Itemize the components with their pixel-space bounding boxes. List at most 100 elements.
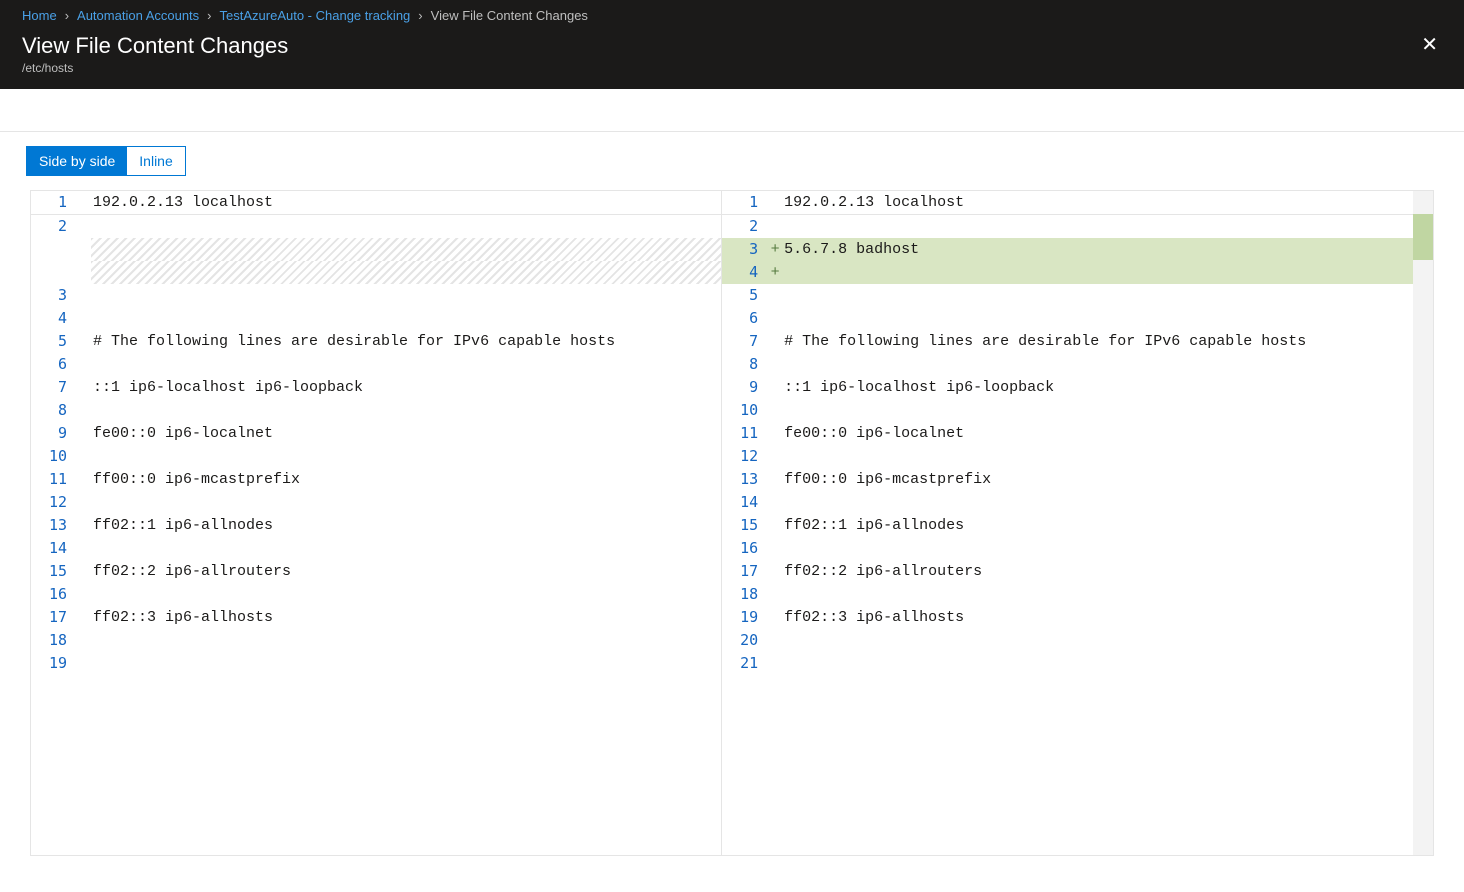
code-text [782,491,1413,514]
diff-line: 13ff00::0 ip6-mcastprefix [722,468,1413,491]
diff-marker [768,629,782,652]
diff-marker [77,376,91,399]
diff-panel-right[interactable]: 1192.0.2.13 localhost23+5.6.7.8 badhost4… [722,191,1413,855]
code-text: ff00::0 ip6-mcastprefix [91,468,721,491]
diff-line: 4+ [722,261,1413,284]
diff-marker [77,445,91,468]
code-text [91,445,721,468]
close-button[interactable]: ✕ [1417,33,1442,57]
code-text [91,399,721,422]
diff-line: 11 fe00::0 ip6-localnet [722,422,1413,445]
line-number: 5 [722,284,768,307]
diff-line: 15 ff02::1 ip6-allnodes [722,514,1413,537]
code-text: ff02::1 ip6-allnodes [782,514,1413,537]
code-text [91,261,721,284]
line-number: 18 [31,629,77,652]
diff-marker [768,215,782,238]
diff-line: 19 [31,652,721,675]
line-number: 7 [31,376,77,399]
diff-line: 13 ff02::1 ip6-allnodes [31,514,721,537]
overview-added-mark [1413,214,1433,260]
diff-marker [77,353,91,376]
diff-line: 2 [722,215,1413,238]
breadcrumb-home[interactable]: Home [22,8,57,23]
code-text [91,583,721,606]
diff-marker [77,606,91,629]
diff-marker [77,422,91,445]
line-number: 11 [722,422,768,445]
line-number: 16 [722,537,768,560]
page-title: View File Content Changes [22,33,288,59]
line-number: 17 [722,560,768,583]
diff-marker [768,330,782,353]
diff-line: 10 [31,445,721,468]
line-number: 14 [722,491,768,514]
diff-line: 4 [31,307,721,330]
diff-marker [77,330,91,353]
code-text [782,261,1413,284]
code-text [91,491,721,514]
diff-line: 12 [722,445,1413,468]
line-number: 20 [722,629,768,652]
line-number: 17 [31,606,77,629]
diff-marker [768,606,782,629]
diff-line: 15ff02::2 ip6-allrouters [31,560,721,583]
line-number: 10 [31,445,77,468]
line-number: 13 [31,514,77,537]
line-number: 18 [722,583,768,606]
breadcrumb-automation-accounts[interactable]: Automation Accounts [77,8,199,23]
line-number: 6 [31,353,77,376]
inline-button[interactable]: Inline [127,147,184,175]
diff-line: 14 [31,537,721,560]
diff-marker: + [768,238,782,261]
diff-marker [768,376,782,399]
diff-marker [768,284,782,307]
diff-line: 17ff02::2 ip6-allrouters [722,560,1413,583]
line-number: 15 [722,514,768,537]
chevron-right-icon: › [418,8,422,23]
code-text: ff02::3 ip6-allhosts [91,606,721,629]
line-number: 2 [31,215,77,238]
diff-line: 19ff02::3 ip6-allhosts [722,606,1413,629]
diff-line [31,238,721,261]
side-by-side-button[interactable]: Side by side [27,147,127,175]
diff-marker [77,399,91,422]
diff-line: 5 # The following lines are desirable for… [31,330,721,353]
line-number [31,238,77,261]
code-text [91,215,721,238]
diff-line: 14 [722,491,1413,514]
overview-ruler[interactable] [1413,191,1433,855]
diff-line: 11 ff00::0 ip6-mcastprefix [31,468,721,491]
diff-line: 8 [31,399,721,422]
code-text: # The following lines are desirable for … [91,330,721,353]
line-number: 5 [31,330,77,353]
code-text: fe00::0 ip6-localnet [91,422,721,445]
diff-marker [77,491,91,514]
divider [0,131,1464,132]
line-number: 9 [722,376,768,399]
line-number: 8 [722,353,768,376]
line-number: 12 [722,445,768,468]
line-number: 11 [31,468,77,491]
diff-line: 20 [722,629,1413,652]
code-text: fe00::0 ip6-localnet [782,422,1413,445]
diff-marker [77,238,91,261]
diff-line: 3+5.6.7.8 badhost [722,238,1413,261]
code-text: 5.6.7.8 badhost [782,238,1413,261]
diff-marker [768,353,782,376]
code-text: ff02::1 ip6-allnodes [91,514,721,537]
line-number: 4 [31,307,77,330]
code-text [91,307,721,330]
diff-line: 6 [31,353,721,376]
line-number: 4 [722,261,768,284]
diff-line: 8 [722,353,1413,376]
code-text [91,353,721,376]
code-text [91,238,721,261]
diff-line: 7::1 ip6-localhost ip6-loopback [31,376,721,399]
diff-line: 18 [722,583,1413,606]
diff-marker [77,537,91,560]
diff-marker [77,560,91,583]
breadcrumb-change-tracking[interactable]: TestAzureAuto - Change tracking [220,8,411,23]
diff-marker [77,307,91,330]
diff-panel-left[interactable]: 1192.0.2.13 localhost2 345# The followin… [31,191,722,855]
